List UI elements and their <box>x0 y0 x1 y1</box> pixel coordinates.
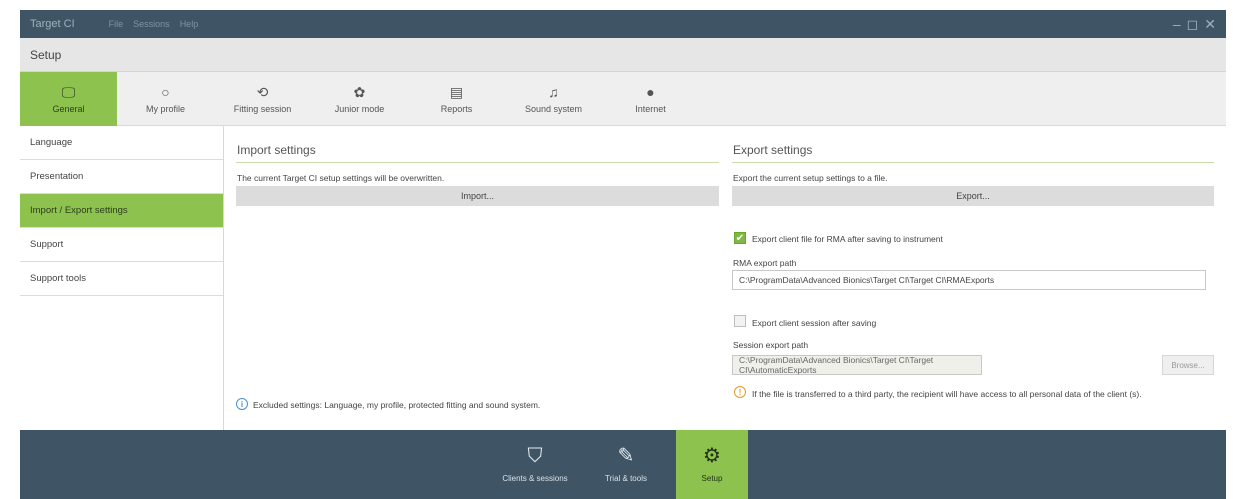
warning-icon: ! <box>734 386 746 398</box>
title-bar: Target CI File Sessions Help – ◻ ✕ <box>20 10 1226 38</box>
session-path-label: Session export path <box>733 340 809 350</box>
music-icon: ♫ <box>548 83 559 100</box>
tab-label: Fitting session <box>233 103 292 114</box>
close-icon[interactable]: ✕ <box>1204 16 1216 33</box>
tab-reports[interactable]: ▤ Reports <box>408 72 505 126</box>
tab-internet[interactable]: ● Internet <box>602 72 699 126</box>
export-warning-text: If the file is transferred to a third pa… <box>752 389 1142 399</box>
tab-label: Sound system <box>524 103 583 114</box>
sidebar-item-language[interactable]: Language <box>20 126 223 160</box>
menu-sessions[interactable]: Sessions <box>133 19 170 29</box>
nav-trial-tools[interactable]: ✎ Trial & tools <box>591 430 661 499</box>
person-icon: ⛉ <box>527 445 543 467</box>
tab-label: Reports <box>440 103 473 114</box>
import-excluded-note: Excluded settings: Language, my profile,… <box>253 400 541 410</box>
tab-label: Internet <box>635 103 666 114</box>
import-description: The current Target CI setup settings wil… <box>237 173 445 183</box>
window-controls: – ◻ ✕ <box>1173 16 1216 33</box>
junior-icon: ✿ <box>353 83 366 100</box>
session-export-checkbox-label: Export client session after saving <box>752 318 877 328</box>
session-export-checkbox[interactable] <box>734 315 746 327</box>
import-divider <box>236 162 719 163</box>
sidebar-item-presentation[interactable]: Presentation <box>20 160 223 194</box>
menu-file[interactable]: File <box>109 19 124 29</box>
tab-label: General <box>52 103 85 114</box>
rma-path-label: RMA export path <box>733 258 797 268</box>
nav-clients-sessions[interactable]: ⛉ Clients & sessions <box>500 430 570 499</box>
export-button[interactable]: Export... <box>732 186 1214 206</box>
settings-sidebar: Language Presentation Import / Export se… <box>20 126 224 430</box>
tab-junior-mode[interactable]: ✿ Junior mode <box>311 72 408 126</box>
info-icon: i <box>236 398 248 410</box>
minimize-icon[interactable]: – <box>1173 16 1181 33</box>
nav-label: Setup <box>701 474 723 483</box>
tab-my-profile[interactable]: ○ My profile <box>117 72 214 126</box>
wrench-icon: ✎ <box>617 445 635 467</box>
gear-icon: ⚙ <box>703 445 721 467</box>
app-title: Target CI <box>30 18 75 30</box>
export-divider <box>732 162 1214 163</box>
globe-icon: ● <box>646 83 655 100</box>
profile-icon: ○ <box>161 83 170 100</box>
tab-general[interactable]: 🖵 General <box>20 72 117 126</box>
import-button[interactable]: Import... <box>236 186 719 206</box>
fitting-icon: ⟲ <box>256 83 269 100</box>
browse-button[interactable]: Browse... <box>1162 355 1214 375</box>
bottom-navigation: ⛉ Clients & sessions ✎ Trial & tools ⚙ S… <box>20 430 1226 499</box>
nav-label: Clients & sessions <box>502 474 568 483</box>
rma-export-checkbox[interactable]: ✔ <box>734 232 746 244</box>
session-path-input[interactable]: C:\ProgramData\Advanced Bionics\Target C… <box>732 355 982 375</box>
restore-icon[interactable]: ◻ <box>1187 16 1199 33</box>
page-header: Setup <box>20 38 1226 72</box>
setup-toolbar: 🖵 General ○ My profile ⟲ Fitting session… <box>20 72 1226 126</box>
tab-label: Junior mode <box>334 103 385 114</box>
export-settings-title: Export settings <box>733 143 813 157</box>
tab-fitting-session[interactable]: ⟲ Fitting session <box>214 72 311 126</box>
menu-help[interactable]: Help <box>180 19 199 29</box>
nav-label: Trial & tools <box>605 474 647 483</box>
tab-label: My profile <box>145 103 185 114</box>
report-icon: ▤ <box>449 83 464 100</box>
sidebar-item-support-tools[interactable]: Support tools <box>20 262 223 296</box>
page-title: Setup <box>30 47 62 62</box>
nav-setup[interactable]: ⚙ Setup <box>676 430 748 499</box>
tab-sound-system[interactable]: ♫ Sound system <box>505 72 602 126</box>
sidebar-item-support[interactable]: Support <box>20 228 223 262</box>
rma-path-input[interactable]: C:\ProgramData\Advanced Bionics\Target C… <box>732 270 1206 290</box>
rma-export-checkbox-label: Export client file for RMA after saving … <box>752 234 943 244</box>
sidebar-item-import-export[interactable]: Import / Export settings <box>20 194 223 228</box>
import-settings-title: Import settings <box>237 143 316 157</box>
monitor-icon: 🖵 <box>61 83 76 100</box>
export-description: Export the current setup settings to a f… <box>733 173 888 183</box>
